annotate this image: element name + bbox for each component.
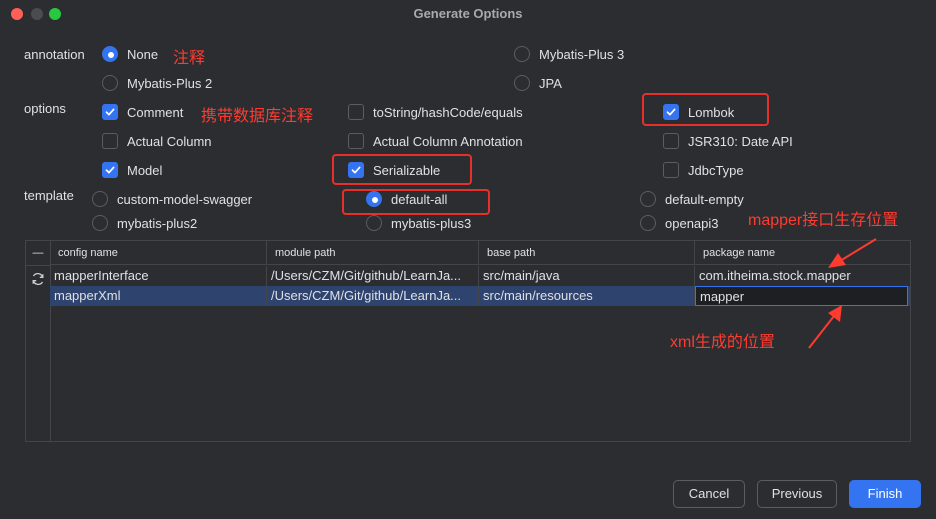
- annotation-note-xml: xml生成的位置: [670, 334, 775, 351]
- cancel-button[interactable]: Cancel: [673, 480, 745, 508]
- annotation-arrows: [808, 238, 877, 349]
- finish-button[interactable]: Finish: [849, 480, 921, 508]
- arrow-icon: [828, 238, 877, 268]
- previous-button[interactable]: Previous: [757, 480, 837, 508]
- arrow-icon: [808, 305, 842, 349]
